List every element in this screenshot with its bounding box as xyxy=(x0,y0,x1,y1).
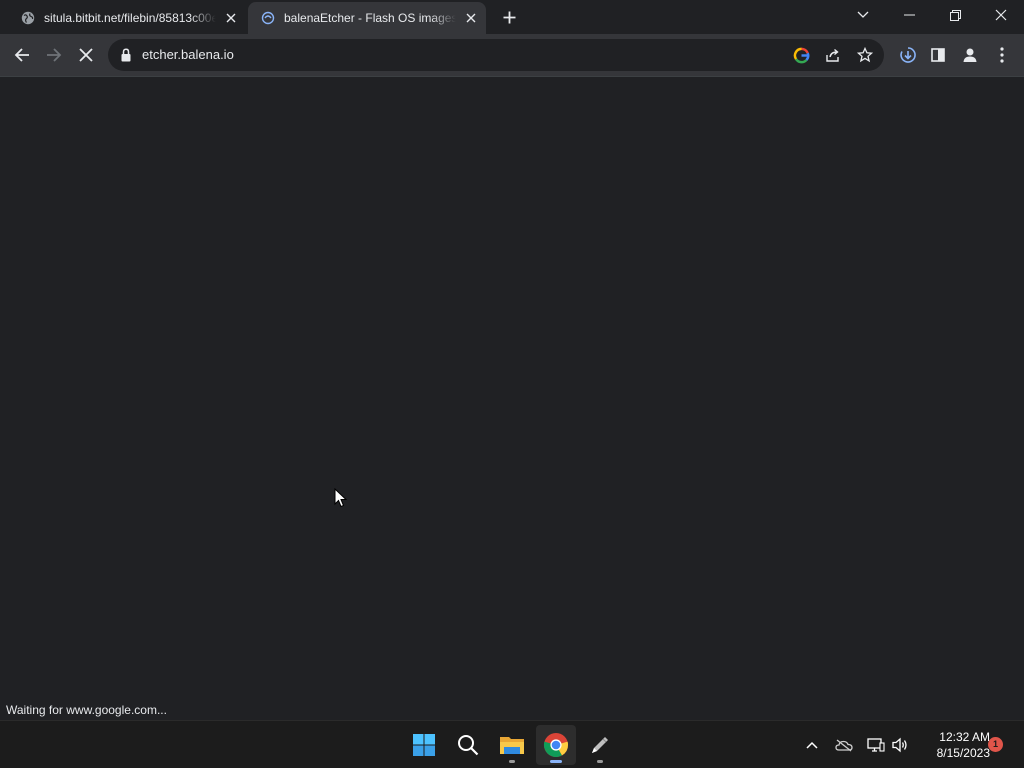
chrome-icon xyxy=(543,733,569,758)
stop-loading-button[interactable] xyxy=(72,41,100,69)
show-hidden-icons-button[interactable] xyxy=(802,735,822,755)
side-panel-button[interactable] xyxy=(924,41,952,69)
minimize-icon xyxy=(903,14,915,16)
chevron-down-icon xyxy=(857,11,869,18)
taskbar-search-button[interactable] xyxy=(448,725,488,765)
restore-button[interactable] xyxy=(932,0,978,30)
downloads-button[interactable] xyxy=(894,41,922,69)
mouse-cursor-icon xyxy=(334,488,348,508)
back-button[interactable] xyxy=(8,41,36,69)
taskbar: 12:32 AM 8/15/2023 1 xyxy=(0,720,1024,768)
tab-strip: situla.bitbit.net/filebin/85813c00e bale… xyxy=(0,0,1024,34)
close-tab-icon[interactable] xyxy=(222,9,240,27)
browser-toolbar: etcher.balena.io xyxy=(0,34,1024,76)
network-icon[interactable] xyxy=(866,735,886,755)
clock[interactable]: 12:32 AM 8/15/2023 xyxy=(918,729,990,761)
volume-icon[interactable] xyxy=(890,735,910,755)
notification-badge[interactable]: 1 xyxy=(988,737,1003,752)
more-vertical-icon xyxy=(1000,47,1004,63)
forward-button[interactable] xyxy=(40,41,68,69)
arrow-right-icon xyxy=(47,48,62,62)
restore-icon xyxy=(949,9,961,21)
chevron-up-icon xyxy=(806,741,818,749)
tab-balena-etcher[interactable]: balenaEtcher - Flash OS images t xyxy=(248,2,486,34)
windows-logo-icon xyxy=(413,734,435,756)
google-lens-icon[interactable] xyxy=(792,46,810,64)
tab-title: balenaEtcher - Flash OS images t xyxy=(284,11,456,25)
address-bar[interactable]: etcher.balena.io xyxy=(108,39,884,71)
close-window-button[interactable] xyxy=(978,0,1024,30)
onedrive-icon[interactable] xyxy=(834,735,854,755)
clock-time: 12:32 AM xyxy=(939,730,990,744)
arrow-left-icon xyxy=(14,48,29,62)
page-viewport[interactable] xyxy=(0,77,1024,720)
clock-date: 8/15/2023 xyxy=(936,746,990,760)
pen-icon xyxy=(592,737,608,753)
chrome-taskbar-button[interactable] xyxy=(536,725,576,765)
status-bubble: Waiting for www.google.com... xyxy=(0,700,173,720)
close-icon xyxy=(995,9,1007,21)
running-indicator xyxy=(597,760,603,763)
folder-icon xyxy=(500,737,524,754)
side-panel-icon xyxy=(931,48,945,62)
bookmark-star-icon[interactable] xyxy=(856,46,874,64)
tab-search-button[interactable] xyxy=(840,0,886,30)
active-indicator xyxy=(550,760,562,763)
share-icon[interactable] xyxy=(824,46,842,64)
start-button[interactable] xyxy=(404,725,444,765)
running-indicator xyxy=(509,760,515,763)
download-progress-icon xyxy=(900,47,916,63)
new-tab-button[interactable] xyxy=(498,6,520,28)
profile-icon xyxy=(963,48,977,62)
url-text[interactable]: etcher.balena.io xyxy=(142,39,234,71)
tab-title: situla.bitbit.net/filebin/85813c00e xyxy=(44,11,216,25)
stop-icon xyxy=(79,48,93,62)
balena-logo-icon xyxy=(260,10,276,26)
plus-icon xyxy=(503,11,515,23)
menu-button[interactable] xyxy=(988,41,1016,69)
profile-button[interactable] xyxy=(956,41,984,69)
globe-icon xyxy=(20,10,36,26)
tab-filebin[interactable]: situla.bitbit.net/filebin/85813c00e xyxy=(8,2,246,34)
lock-icon xyxy=(121,48,131,62)
search-icon xyxy=(458,735,479,756)
pen-app-button[interactable] xyxy=(580,725,620,765)
file-explorer-button[interactable] xyxy=(492,725,532,765)
minimize-button[interactable] xyxy=(886,0,932,30)
close-tab-icon[interactable] xyxy=(462,9,480,27)
